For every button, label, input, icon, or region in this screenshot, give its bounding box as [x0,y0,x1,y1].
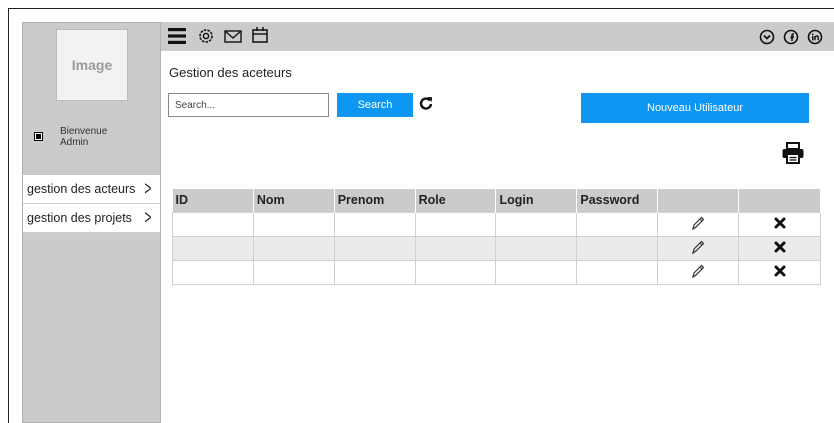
column-header-nom[interactable]: Nom [253,189,335,212]
cell-password [576,211,659,237]
column-header-delete [738,189,821,212]
table-header-row: ID Nom Prenom Role Login Password [172,189,821,212]
page-title: Gestion des aceteurs [169,65,292,80]
cell-nom [252,211,335,237]
column-header-prenom[interactable]: Prenom [334,189,416,212]
cell-delete [738,211,821,237]
cell-nom [252,235,335,261]
cell-prenom [333,211,416,237]
cell-password [576,259,659,285]
cell-role [414,235,497,261]
cell-password [576,235,659,261]
chevron-right-icon: > [144,207,152,229]
welcome-line: Bienvenue [60,126,108,137]
linkedin-icon[interactable] [807,29,823,45]
sidebar-item-acteurs[interactable]: gestion des acteurs > [23,175,160,204]
sidebar-item-label: gestion des projets [27,211,132,225]
cell-id [172,259,254,285]
print-icon[interactable] [781,141,805,165]
sidebar-nav: gestion des acteurs > gestion des projet… [23,175,160,233]
delete-icon[interactable] [774,241,786,253]
cell-edit [657,259,740,285]
calendar-icon[interactable] [251,26,269,44]
mail-icon[interactable] [224,28,242,44]
cell-login [495,235,578,261]
refresh-icon[interactable] [419,96,433,110]
cell-nom [252,259,335,285]
welcome-user: Admin [60,137,89,148]
pencil-icon[interactable] [691,263,705,279]
column-header-id[interactable]: ID [172,189,254,212]
pencil-icon[interactable] [691,215,705,231]
cell-login [495,259,578,285]
cell-prenom [333,259,416,285]
sidebar-item-projets[interactable]: gestion des projets > [23,204,160,233]
circle-chevron-icon[interactable] [759,29,775,45]
cell-role [414,211,497,237]
search-input[interactable] [168,93,329,117]
settings-icon[interactable] [197,27,215,45]
column-header-edit [657,189,740,212]
cell-edit [657,211,740,237]
chevron-right-icon: > [144,178,152,200]
table-row [172,259,821,285]
sidebar: Image Bienvenue Admin gestion des acteur… [22,22,161,423]
delete-icon[interactable] [774,217,786,229]
cell-delete [738,259,821,285]
table-row [172,235,821,261]
column-header-role[interactable]: Role [415,189,497,212]
menu-icon[interactable] [168,27,186,45]
welcome-text: Bienvenue Admin [60,126,107,148]
cell-prenom [333,235,416,261]
pencil-icon[interactable] [691,239,705,255]
new-user-button[interactable]: Nouveau Utilisateur [581,93,809,123]
cell-id [172,211,254,237]
search-button[interactable]: Search [337,93,413,117]
avatar-image: Image [56,29,128,101]
cell-id [172,235,254,261]
cell-edit [657,235,740,261]
sidebar-item-label: gestion des acteurs [27,182,136,196]
column-header-password[interactable]: Password [576,189,659,212]
cell-login [495,211,578,237]
users-table: ID Nom Prenom Role Login Password [172,189,821,285]
facebook-icon[interactable] [783,29,799,45]
user-icon [34,132,43,141]
top-bar [161,22,834,51]
delete-icon[interactable] [774,265,786,277]
column-header-login[interactable]: Login [495,189,578,212]
cell-role [414,259,497,285]
table-row [172,211,821,237]
cell-delete [738,235,821,261]
